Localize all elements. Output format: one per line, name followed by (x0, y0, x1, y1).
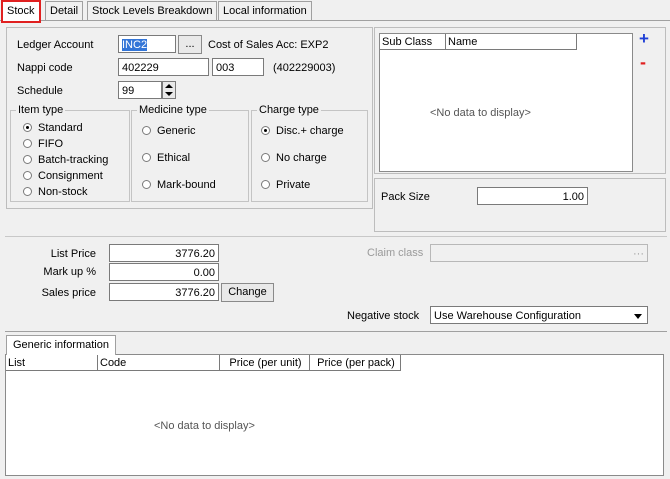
radio-icon (142, 126, 151, 135)
medicine-type-generic-radio[interactable]: Generic (142, 125, 196, 137)
claim-class-label: Claim class (367, 247, 424, 259)
charge-type-title: Charge type (257, 104, 321, 116)
radio-icon (142, 153, 151, 162)
tab-local-information[interactable]: Local information (218, 1, 312, 20)
negative-stock-select[interactable]: Use Warehouse Configuration (430, 306, 648, 324)
pricing-divider (5, 236, 667, 237)
ledger-account-label: Ledger Account (17, 39, 94, 51)
name-column-header[interactable]: Name (446, 34, 577, 50)
radio-selected-icon (23, 123, 32, 132)
radio-icon (261, 153, 270, 162)
list-price-label: List Price (50, 248, 96, 260)
charge-type-group: Charge type Disc.+ charge No charge Priv… (251, 104, 368, 202)
price-per-pack-column-header[interactable]: Price (per pack) (310, 355, 401, 371)
chevron-down-icon[interactable] (634, 314, 642, 319)
tab-stock[interactable]: Stock (1, 0, 41, 23)
medicine-type-group: Medicine type Generic Ethical Mark-bound (131, 104, 249, 202)
list-column-header[interactable]: List (6, 355, 98, 371)
remove-icon[interactable]: - (640, 52, 646, 73)
item-type-consignment-radio[interactable]: Consignment (23, 170, 103, 182)
tab-strip-divider (0, 20, 670, 21)
item-type-non-stock-radio[interactable]: Non-stock (23, 186, 88, 198)
add-icon[interactable]: + (639, 29, 649, 49)
stepper-up-icon[interactable] (165, 84, 173, 88)
item-type-title: Item type (16, 104, 66, 116)
radio-icon (23, 155, 32, 164)
nappi-full-code: (402229003) (273, 62, 336, 74)
medicine-type-title: Medicine type (137, 104, 209, 116)
charge-type-no-charge-radio[interactable]: No charge (261, 152, 327, 164)
markup-input[interactable]: 0.00 (109, 263, 219, 281)
pack-size-label: Pack Size (381, 191, 430, 203)
radio-icon (261, 180, 270, 189)
claim-class-input: ··· (430, 244, 648, 262)
ledger-account-value: INC2 (122, 39, 148, 51)
radio-icon (23, 187, 32, 196)
code-column-header[interactable]: Code (98, 355, 220, 371)
change-button[interactable]: Change (221, 283, 274, 302)
sales-price-label: Sales price (41, 287, 96, 299)
ledger-account-input[interactable]: INC2 (118, 35, 176, 53)
radio-icon (23, 139, 32, 148)
item-type-standard-radio[interactable]: Standard (23, 122, 83, 134)
generic-section-divider (5, 331, 667, 332)
medicine-type-ethical-radio[interactable]: Ethical (142, 152, 190, 164)
subclass-column-header[interactable]: Sub Class (380, 34, 446, 50)
negative-stock-value: Use Warehouse Configuration (434, 310, 581, 322)
radio-selected-icon (261, 126, 270, 135)
ledger-account-lookup-button[interactable]: ... (178, 35, 202, 54)
charge-type-disc-charge-radio[interactable]: Disc.+ charge (261, 125, 344, 137)
markup-label: Mark up % (43, 266, 96, 278)
item-type-fifo-radio[interactable]: FIFO (23, 138, 63, 150)
radio-icon (23, 171, 32, 180)
stepper-down-icon[interactable] (165, 92, 173, 96)
medicine-type-mark-bound-radio[interactable]: Mark-bound (142, 179, 216, 191)
tab-generic-information[interactable]: Generic information (6, 335, 116, 355)
item-type-group: Item type Standard FIFO Batch-tracking C… (10, 104, 130, 202)
nappi-suffix-input[interactable]: 003 (212, 58, 264, 76)
list-price-input[interactable]: 3776.20 (109, 244, 219, 262)
schedule-label: Schedule (17, 85, 63, 97)
generic-grid[interactable]: List Code Price (per unit) Price (per pa… (5, 354, 664, 476)
claim-class-lookup-icon: ··· (633, 248, 644, 260)
negative-stock-label: Negative stock (347, 310, 420, 322)
pack-size-input[interactable]: 1.00 (477, 187, 588, 205)
schedule-stepper[interactable] (162, 81, 176, 99)
cost-of-sales-label: Cost of Sales Acc: EXP2 (208, 39, 329, 51)
item-type-batch-tracking-radio[interactable]: Batch-tracking (23, 154, 108, 166)
tab-stock-levels-breakdown[interactable]: Stock Levels Breakdown (87, 1, 218, 20)
schedule-input[interactable]: 99 (118, 81, 162, 99)
subclass-empty-text: <No data to display> (430, 107, 531, 119)
price-per-unit-column-header[interactable]: Price (per unit) (220, 355, 310, 371)
subclass-grid[interactable]: Sub Class Name <No data to display> (379, 33, 633, 172)
tab-detail[interactable]: Detail (45, 1, 84, 20)
charge-type-private-radio[interactable]: Private (261, 179, 310, 191)
generic-empty-text: <No data to display> (154, 420, 255, 432)
radio-icon (142, 180, 151, 189)
nappi-code-label: Nappi code (17, 62, 73, 74)
nappi-code-input[interactable]: 402229 (118, 58, 209, 76)
sales-price-input[interactable]: 3776.20 (109, 283, 219, 301)
